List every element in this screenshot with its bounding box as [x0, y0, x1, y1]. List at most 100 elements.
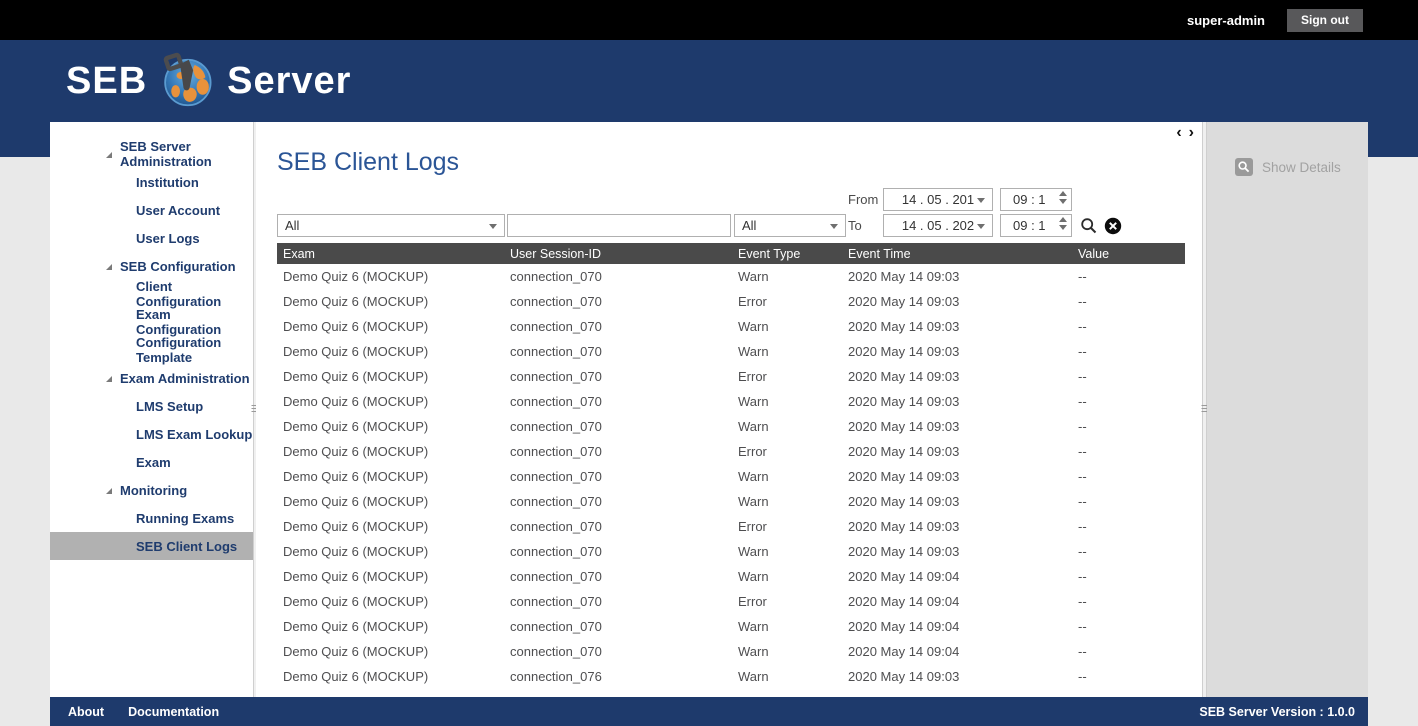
table-row[interactable]: Demo Quiz 6 (MOCKUP) connection_070 Warn…: [277, 339, 1185, 364]
cell-user-session-id: connection_070: [504, 444, 732, 459]
cell-user-session-id: connection_070: [504, 344, 732, 359]
sidebar-item-exam[interactable]: Exam: [50, 448, 253, 476]
table-row[interactable]: Demo Quiz 6 (MOCKUP) connection_070 Warn…: [277, 564, 1185, 589]
table-row[interactable]: Demo Quiz 6 (MOCKUP) connection_070 Warn…: [277, 264, 1185, 289]
cell-event-time: 2020 May 14 09:03: [842, 544, 1072, 559]
sidebar-item-exam-configuration[interactable]: Exam Configuration: [50, 308, 253, 336]
sidebar-item-lms-exam-lookup[interactable]: LMS Exam Lookup: [50, 420, 253, 448]
filter-row-from: From 14 . 05 . 201 09 : 1: [256, 188, 1202, 211]
sidebar-item-seb-configuration[interactable]: SEB Configuration: [50, 252, 253, 280]
pane-collapse-controls: ‹ ›: [1176, 125, 1194, 141]
table-row[interactable]: Demo Quiz 6 (MOCKUP) connection_070 Erro…: [277, 289, 1185, 314]
cell-event-time: 2020 May 14 09:03: [842, 269, 1072, 284]
column-header[interactable]: User Session-ID: [504, 247, 732, 261]
cell-event-time: 2020 May 14 09:03: [842, 519, 1072, 534]
dropdown-arrow-icon[interactable]: [830, 224, 838, 229]
column-header[interactable]: Event Time: [842, 247, 1072, 261]
from-date-field[interactable]: 14 . 05 . 201: [883, 188, 993, 211]
sign-out-button[interactable]: Sign out: [1287, 9, 1363, 32]
collapse-right-icon[interactable]: ›: [1189, 125, 1194, 141]
column-header[interactable]: Exam: [277, 247, 504, 261]
dropdown-arrow-icon[interactable]: [977, 224, 985, 229]
table-row[interactable]: Demo Quiz 6 (MOCKUP) connection_070 Warn…: [277, 464, 1185, 489]
table-row[interactable]: Demo Quiz 6 (MOCKUP) connection_070 Erro…: [277, 589, 1185, 614]
spinner-up-icon[interactable]: [1059, 217, 1067, 222]
table-row[interactable]: Demo Quiz 6 (MOCKUP) connection_070 Warn…: [277, 489, 1185, 514]
expand-arrow-icon[interactable]: [106, 264, 112, 270]
search-icon[interactable]: [1080, 217, 1098, 235]
to-date-field[interactable]: 14 . 05 . 202: [883, 214, 993, 237]
app-logo: SEB Server: [66, 50, 351, 113]
spinner-down-icon[interactable]: [1059, 199, 1067, 204]
column-header[interactable]: Value: [1072, 247, 1185, 261]
sidebar-item-monitoring[interactable]: Monitoring: [50, 476, 253, 504]
cell-event-time: 2020 May 14 09:03: [842, 419, 1072, 434]
sidebar-item-label: SEB Client Logs: [136, 539, 237, 554]
table-row[interactable]: Demo Quiz 6 (MOCKUP) connection_070 Warn…: [277, 414, 1185, 439]
table-row[interactable]: Demo Quiz 6 (MOCKUP) connection_070 Warn…: [277, 539, 1185, 564]
cell-event-type: Warn: [732, 619, 842, 634]
cell-value: --: [1072, 444, 1185, 459]
cell-exam: Demo Quiz 6 (MOCKUP): [277, 569, 504, 584]
cell-value: --: [1072, 319, 1185, 334]
sidebar-item-seb-client-logs[interactable]: SEB Client Logs: [50, 532, 253, 560]
table-row[interactable]: Demo Quiz 6 (MOCKUP) connection_070 Warn…: [277, 614, 1185, 639]
dropdown-arrow-icon[interactable]: [977, 198, 985, 203]
table-row[interactable]: Demo Quiz 6 (MOCKUP) connection_070 Warn…: [277, 314, 1185, 339]
cell-value: --: [1072, 669, 1185, 684]
dropdown-arrow-icon[interactable]: [489, 224, 497, 229]
sidebar-item-seb-server-administration[interactable]: SEB Server Administration: [50, 140, 253, 168]
column-header[interactable]: Event Type: [732, 247, 842, 261]
sidebar-item-client-configuration[interactable]: Client Configuration: [50, 280, 253, 308]
table-row[interactable]: Demo Quiz 6 (MOCKUP) connection_076 Warn…: [277, 664, 1185, 689]
show-details-label: Show Details: [1262, 160, 1341, 175]
sidebar-item-user-account[interactable]: User Account: [50, 196, 253, 224]
cell-user-session-id: connection_070: [504, 319, 732, 334]
filter-row-to: All All To 14 . 05 . 202 09 : 1: [256, 214, 1202, 237]
sidebar-item-institution[interactable]: Institution: [50, 168, 253, 196]
spinner-up-icon[interactable]: [1059, 191, 1067, 196]
cell-value: --: [1072, 644, 1185, 659]
expand-arrow-icon[interactable]: [106, 152, 112, 158]
cell-event-type: Warn: [732, 469, 842, 484]
cell-event-time: 2020 May 14 09:03: [842, 494, 1072, 509]
session-id-filter-input[interactable]: [507, 214, 731, 237]
table-row[interactable]: Demo Quiz 6 (MOCKUP) connection_070 Warn…: [277, 639, 1185, 664]
sidebar-item-lms-setup[interactable]: LMS Setup: [50, 392, 253, 420]
expand-arrow-icon[interactable]: [106, 488, 112, 494]
show-details-button[interactable]: Show Details: [1207, 156, 1368, 178]
cell-user-session-id: connection_070: [504, 644, 732, 659]
cell-value: --: [1072, 469, 1185, 484]
to-time-field[interactable]: 09 : 1: [1000, 214, 1072, 237]
cell-event-time: 2020 May 14 09:03: [842, 469, 1072, 484]
cell-exam: Demo Quiz 6 (MOCKUP): [277, 369, 504, 384]
expand-arrow-icon[interactable]: [106, 376, 112, 382]
cell-exam: Demo Quiz 6 (MOCKUP): [277, 469, 504, 484]
event-type-filter-dropdown[interactable]: All: [734, 214, 846, 237]
cell-event-time: 2020 May 14 09:03: [842, 444, 1072, 459]
sidebar-item-running-exams[interactable]: Running Exams: [50, 504, 253, 532]
spinner-down-icon[interactable]: [1059, 225, 1067, 230]
collapse-left-icon[interactable]: ‹: [1176, 125, 1181, 141]
sidebar-item-exam-administration[interactable]: Exam Administration: [50, 364, 253, 392]
sidebar-item-label: Exam: [136, 455, 171, 470]
table-row[interactable]: Demo Quiz 6 (MOCKUP) connection_070 Erro…: [277, 364, 1185, 389]
from-time-field[interactable]: 09 : 1: [1000, 188, 1072, 211]
cell-exam: Demo Quiz 6 (MOCKUP): [277, 594, 504, 609]
table-row[interactable]: Demo Quiz 6 (MOCKUP) connection_070 Erro…: [277, 514, 1185, 539]
cell-exam: Demo Quiz 6 (MOCKUP): [277, 644, 504, 659]
exam-filter-dropdown[interactable]: All: [277, 214, 505, 237]
sidebar-item-configuration-template[interactable]: Configuration Template: [50, 336, 253, 364]
cell-exam: Demo Quiz 6 (MOCKUP): [277, 544, 504, 559]
about-link[interactable]: About: [68, 705, 104, 719]
sidebar-item-user-logs[interactable]: User Logs: [50, 224, 253, 252]
table-row[interactable]: Demo Quiz 6 (MOCKUP) connection_070 Warn…: [277, 389, 1185, 414]
cell-exam: Demo Quiz 6 (MOCKUP): [277, 444, 504, 459]
documentation-link[interactable]: Documentation: [128, 705, 219, 719]
table-row[interactable]: Demo Quiz 6 (MOCKUP) connection_070 Erro…: [277, 439, 1185, 464]
cell-user-session-id: connection_070: [504, 369, 732, 384]
server-version-label: SEB Server Version : 1.0.0: [1199, 705, 1368, 719]
cell-event-time: 2020 May 14 09:04: [842, 569, 1072, 584]
cell-exam: Demo Quiz 6 (MOCKUP): [277, 319, 504, 334]
clear-filter-icon[interactable]: [1104, 217, 1122, 235]
